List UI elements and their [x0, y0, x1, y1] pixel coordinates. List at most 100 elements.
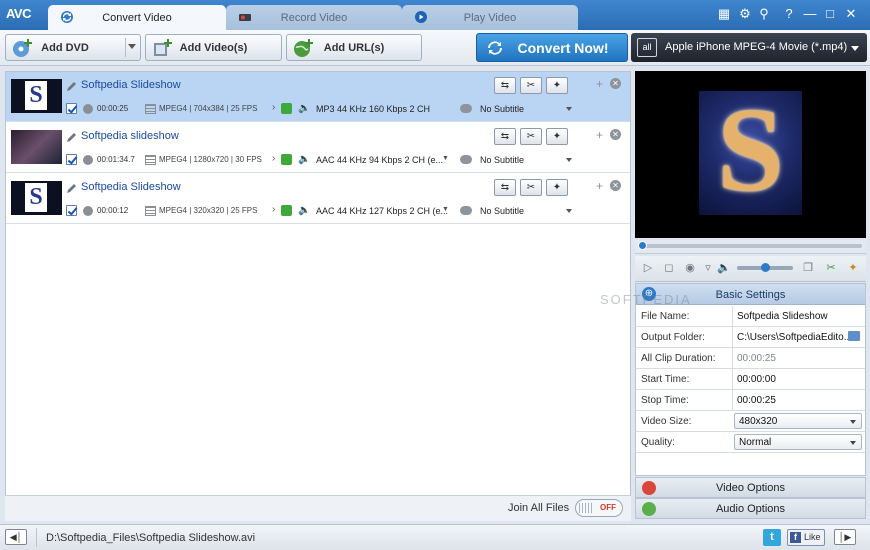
plus-icon[interactable]: + — [596, 128, 603, 142]
file-checkbox[interactable] — [66, 154, 77, 165]
table-row[interactable]: Softpedia slideshow 00:01:34.7 MPEG4 | 1… — [6, 123, 630, 173]
file-list: S Softpedia Slideshow 00:00:25 MPEG4 | 7… — [5, 71, 631, 521]
join-all-files-toggle[interactable]: OFF — [575, 499, 623, 517]
pencil-icon[interactable] — [66, 183, 77, 194]
maximize-icon[interactable]: □ — [822, 6, 838, 22]
audio-options-button[interactable]: Audio Options — [635, 498, 866, 519]
seek-slider[interactable] — [635, 240, 866, 254]
audio-track-select[interactable]: MP3 44 KHz 160 Kbps 2 CH — [316, 104, 430, 114]
audio-track-select[interactable]: AAC 44 KHz 127 Kbps 2 CH (e... — [316, 206, 448, 216]
quality-select[interactable]: Normal — [734, 434, 862, 450]
facebook-like-button[interactable]: f Like — [787, 529, 825, 546]
magic-wand-icon[interactable]: ✦ — [546, 77, 568, 94]
output-path: D:\Softpedia_Files\Softpedia Slideshow.a… — [46, 532, 256, 544]
play-icon[interactable]: ▷ — [641, 261, 655, 275]
stop-time-field[interactable]: 00:00:25 — [732, 390, 865, 410]
file-format: MPEG4 | 320x320 | 25 FPS — [159, 206, 258, 215]
file-checkbox[interactable] — [66, 205, 77, 216]
stop-icon[interactable]: ◻ — [662, 261, 676, 275]
convert-row-button[interactable]: ⇆ — [494, 77, 516, 94]
file-title[interactable]: Softpedia slideshow — [81, 130, 179, 142]
plus-icon[interactable]: + — [596, 77, 603, 91]
profile-label: Apple iPhone MPEG-4 Movie (*.mp4) — [665, 41, 848, 53]
video-preview[interactable]: S — [635, 71, 866, 238]
chevron-down-icon[interactable]: ▼ — [442, 206, 449, 213]
collapse-left-icon[interactable]: ◀│ — [5, 529, 27, 545]
magic-wand-icon[interactable]: ✦ — [546, 128, 568, 145]
file-name-field[interactable]: Softpedia Slideshow — [732, 306, 865, 326]
output-profile-select[interactable]: all Apple iPhone MPEG-4 Movie (*.mp4) — [631, 33, 867, 62]
convert-now-button[interactable]: Convert Now! — [476, 33, 628, 62]
refresh-icon — [488, 41, 502, 55]
volume-slider[interactable] — [737, 263, 793, 272]
volume-handle[interactable] — [761, 263, 770, 272]
clip-duration-value: 00:00:25 — [732, 348, 865, 368]
plus-icon[interactable]: + — [596, 179, 603, 193]
convert-row-button[interactable]: ⇆ — [494, 128, 516, 145]
chevron-down-icon[interactable] — [128, 44, 136, 49]
twitter-icon[interactable]: t — [763, 529, 781, 546]
output-folder-field[interactable]: C:\Users\SoftpediaEdito... — [732, 327, 865, 347]
start-time-field[interactable]: 00:00:00 — [732, 369, 865, 389]
chevron-down-icon[interactable]: ▼ — [442, 155, 449, 162]
seek-handle[interactable] — [638, 241, 647, 250]
toolbar: Add DVD Add Video(s) Add URL(s) Convert … — [0, 30, 870, 66]
file-checkbox[interactable] — [66, 103, 77, 114]
magic-wand-icon[interactable]: ✦ — [846, 261, 860, 275]
menu-icon[interactable]: ▦ — [716, 6, 732, 22]
gear-icon[interactable]: ⚙ — [737, 6, 753, 22]
file-title[interactable]: Softpedia Slideshow — [81, 181, 181, 193]
tab-convert-video[interactable]: Convert Video — [48, 5, 226, 30]
file-title[interactable]: Softpedia Slideshow — [81, 79, 181, 91]
add-dvd-button[interactable]: Add DVD — [5, 34, 141, 61]
table-row[interactable]: S Softpedia Slideshow 00:00:25 MPEG4 | 7… — [6, 72, 630, 122]
close-icon[interactable]: ✕ — [610, 180, 621, 191]
close-icon[interactable]: ✕ — [610, 129, 621, 140]
chevron-down-icon[interactable] — [566, 209, 572, 213]
subtitle-select[interactable]: No Subtitle — [480, 206, 524, 216]
phone-icon — [281, 205, 292, 216]
arrow-right-icon: › — [272, 153, 276, 164]
tab-record-video[interactable]: Record Video — [226, 5, 402, 30]
folder-icon[interactable] — [848, 331, 860, 341]
scissors-icon[interactable]: ✂ — [520, 77, 542, 94]
toggle-state: OFF — [600, 503, 616, 512]
subtitle-select[interactable]: No Subtitle — [480, 155, 524, 165]
file-format: MPEG4 | 704x384 | 25 FPS — [159, 104, 258, 113]
copy-icon[interactable]: ❐ — [801, 261, 815, 275]
chevron-down-icon[interactable] — [566, 158, 572, 162]
camera-icon[interactable]: ◉ — [683, 261, 697, 275]
scissors-icon[interactable]: ✂ — [824, 261, 838, 275]
pencil-icon[interactable] — [66, 132, 77, 143]
minimize-icon[interactable]: — — [802, 6, 818, 22]
audio-track-select[interactable]: AAC 44 KHz 94 Kbps 2 CH (e... — [316, 155, 443, 165]
chevron-down-icon[interactable]: ▿ — [701, 261, 715, 275]
convert-row-button[interactable]: ⇆ — [494, 179, 516, 196]
video-thumbnail: S — [11, 79, 62, 113]
chevron-down-icon — [850, 420, 856, 424]
setting-row-start-time: Start Time: 00:00:00 — [636, 369, 865, 390]
subtitle-select[interactable]: No Subtitle — [480, 104, 524, 114]
speaker-icon[interactable]: 🔈 — [717, 261, 731, 275]
close-icon[interactable]: ✕ — [610, 78, 621, 89]
chevron-down-icon[interactable] — [566, 107, 572, 111]
setting-row-output-folder: Output Folder: C:\Users\SoftpediaEdito..… — [636, 327, 865, 348]
magic-wand-icon[interactable]: ✦ — [546, 179, 568, 196]
table-row[interactable]: S Softpedia Slideshow 00:00:12 MPEG4 | 3… — [6, 174, 630, 224]
help-icon[interactable]: ? — [781, 6, 797, 22]
add-videos-button[interactable]: Add Video(s) — [145, 34, 282, 61]
video-options-button[interactable]: Video Options — [635, 477, 866, 498]
join-bar: Join All Files OFF — [5, 495, 631, 521]
pencil-icon[interactable] — [66, 81, 77, 92]
subtitle-icon — [460, 155, 472, 164]
collapse-right-icon[interactable]: │▶ — [834, 529, 856, 545]
tab-play-video[interactable]: Play Video — [402, 5, 578, 30]
key-icon[interactable]: ⚲ — [756, 6, 772, 22]
film-icon — [145, 155, 156, 165]
close-icon[interactable]: ✕ — [843, 6, 859, 22]
add-urls-button[interactable]: Add URL(s) — [286, 34, 422, 61]
scissors-icon[interactable]: ✂ — [520, 179, 542, 196]
setting-row-video-size: Video Size: 480x320 — [636, 411, 865, 432]
video-size-select[interactable]: 480x320 — [734, 413, 862, 429]
scissors-icon[interactable]: ✂ — [520, 128, 542, 145]
